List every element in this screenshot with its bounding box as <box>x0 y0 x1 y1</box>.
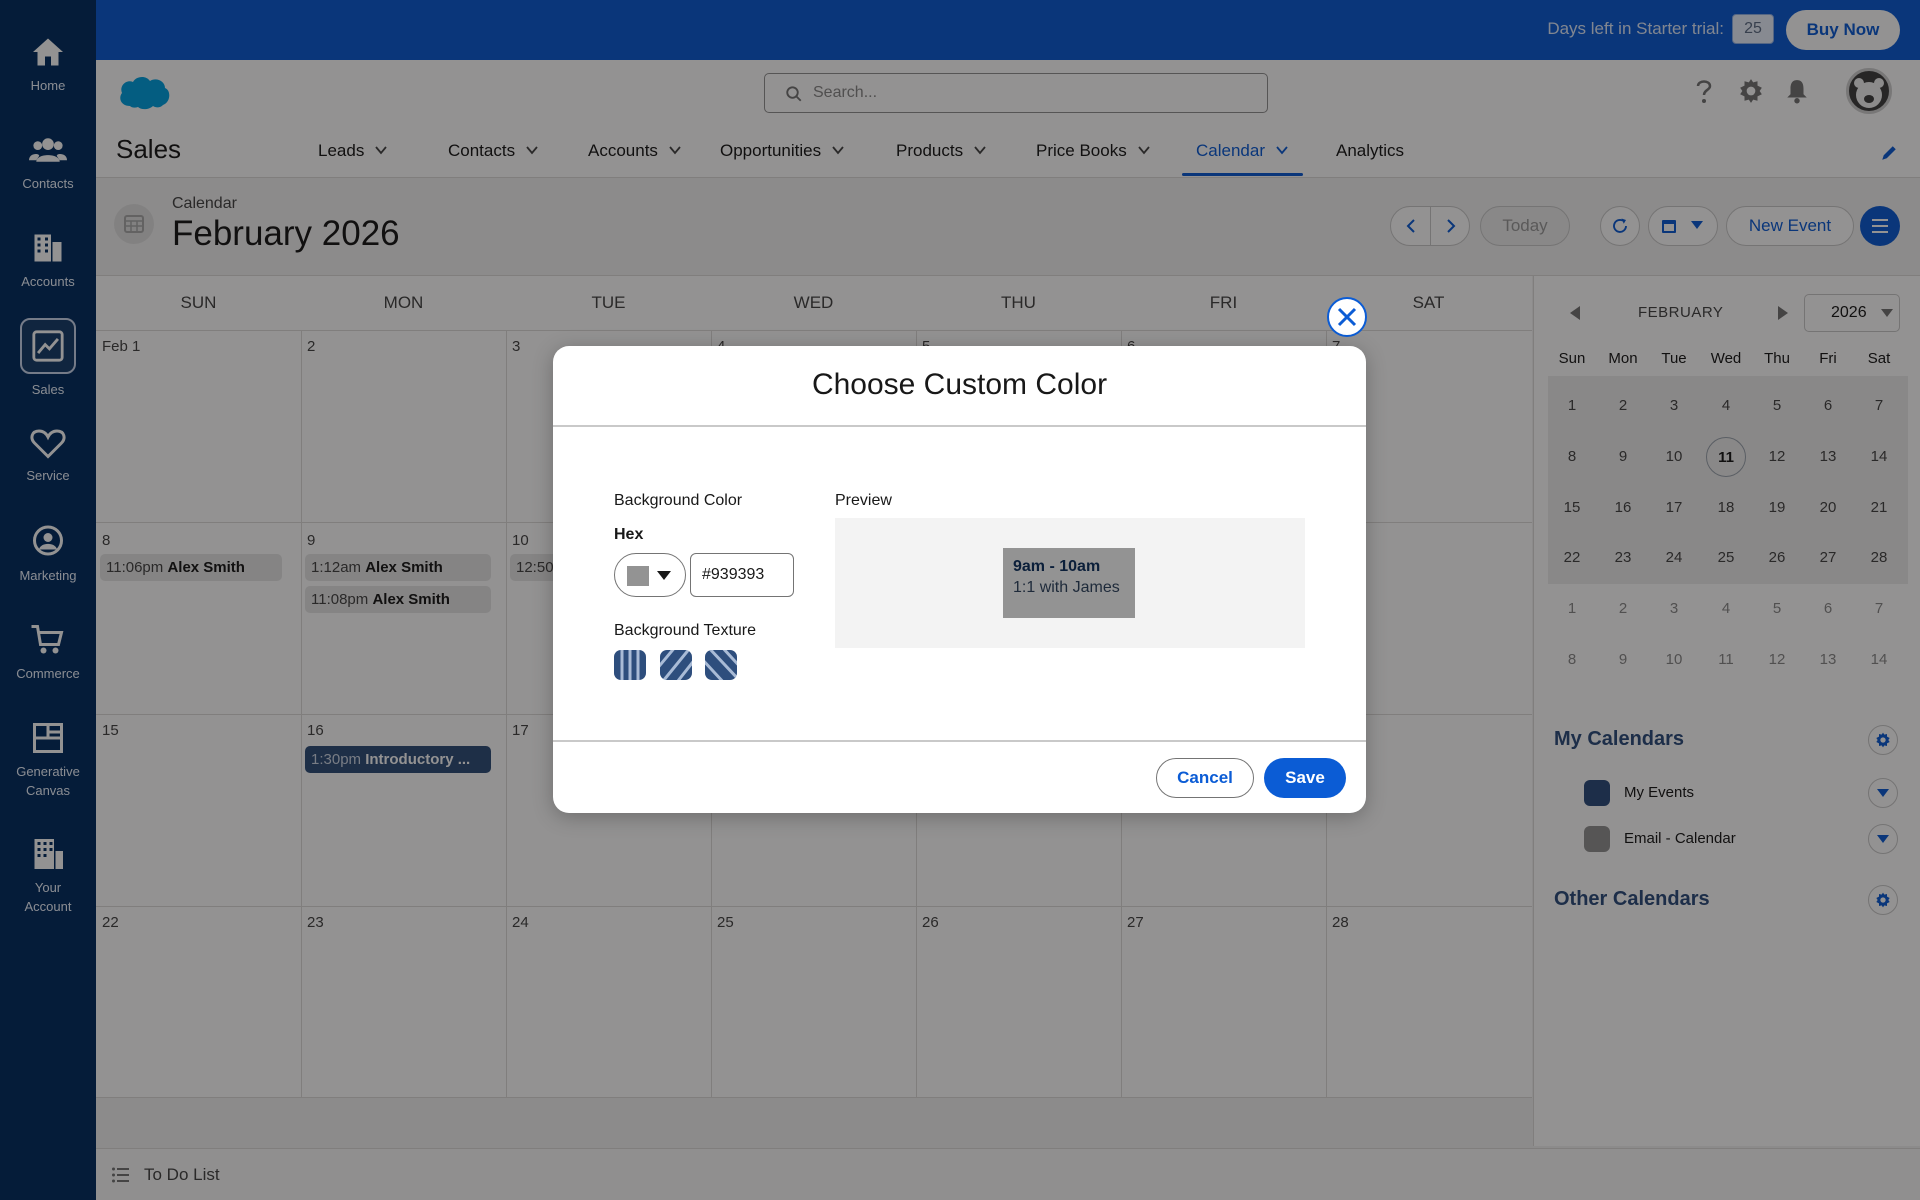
diagonal-stripes-up-pattern-icon <box>660 650 692 680</box>
cancel-button[interactable]: Cancel <box>1156 758 1254 798</box>
diagonal-stripes-down-pattern-icon <box>705 650 737 680</box>
texture-diagonal-stripes-down[interactable] <box>705 650 737 680</box>
divider <box>553 425 1366 427</box>
selected-color-swatch <box>627 566 649 586</box>
choose-custom-color-dialog: Choose Custom Color Background Color Hex… <box>553 346 1366 813</box>
color-picker-button[interactable] <box>614 553 686 597</box>
preview-event-subject: 1:1 with James <box>1013 579 1120 596</box>
caret-down-icon <box>657 571 671 580</box>
save-button[interactable]: Save <box>1264 758 1346 798</box>
preview-area: 9am - 10am 1:1 with James <box>835 518 1305 648</box>
modal-close-button[interactable] <box>1327 297 1367 337</box>
background-texture-label: Background Texture <box>614 622 757 639</box>
preview-event-card: 9am - 10am 1:1 with James <box>1003 548 1135 618</box>
vertical-stripes-pattern-icon <box>620 650 640 680</box>
texture-diagonal-stripes-up[interactable] <box>660 650 692 680</box>
texture-vertical-stripes[interactable] <box>614 650 646 680</box>
hex-label: Hex <box>614 526 644 543</box>
preview-label: Preview <box>835 492 892 509</box>
divider <box>553 740 1366 742</box>
close-icon <box>1337 307 1357 327</box>
background-color-label: Background Color <box>614 492 743 509</box>
preview-event-time: 9am - 10am <box>1013 558 1101 575</box>
dialog-title: Choose Custom Color <box>811 368 1108 401</box>
hex-input[interactable] <box>690 553 794 597</box>
